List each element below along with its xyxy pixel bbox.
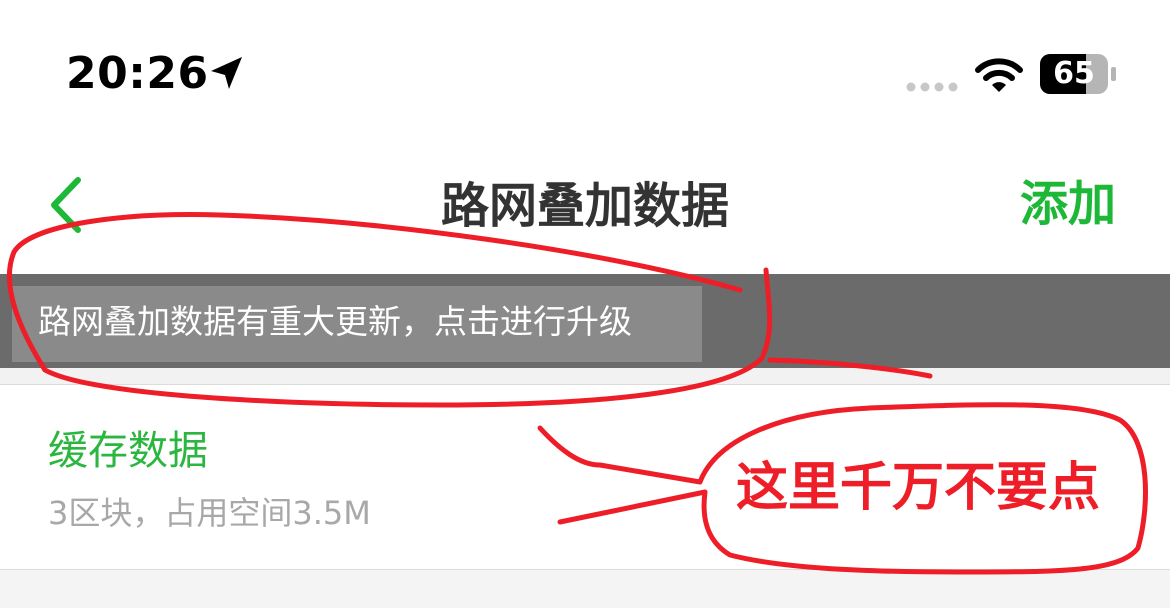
update-banner-text: 路网叠加数据有重大更新，点击进行升级 xyxy=(38,302,632,341)
status-time: 20:26 xyxy=(66,48,209,99)
annotation-warning-text: 这里千万不要点 xyxy=(736,458,1101,518)
battery-level: 65 xyxy=(1053,56,1095,91)
page-title: 路网叠加数据 xyxy=(440,178,729,234)
signal-dots-icon xyxy=(906,82,958,92)
bottom-background xyxy=(0,570,1170,608)
cache-data-title: 缓存数据 xyxy=(48,428,208,474)
wifi-icon xyxy=(975,58,1023,92)
section-gap xyxy=(0,368,1170,384)
update-banner[interactable]: 路网叠加数据有重大更新，点击进行升级 xyxy=(0,274,1170,368)
cache-data-subtitle: 3区块，占用空间3.5M xyxy=(48,494,371,532)
add-button[interactable]: 添加 xyxy=(1020,176,1116,232)
screen: 20:26 65 路网叠加数据 添加 路网叠加数据有重大更新，点击进行升级 缓存… xyxy=(0,0,1170,608)
location-arrow-icon xyxy=(211,57,242,89)
